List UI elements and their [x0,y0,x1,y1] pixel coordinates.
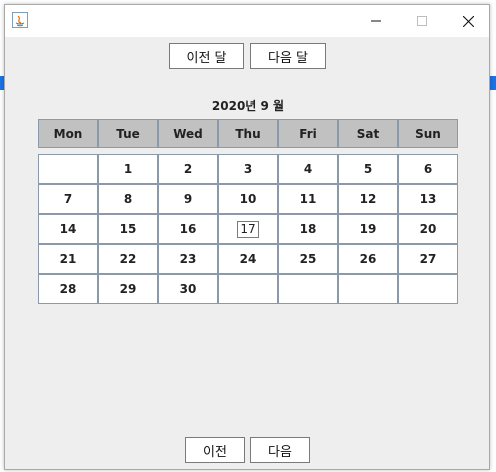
weekday-header: Wed [158,119,218,148]
day-cell[interactable]: 19 [338,214,398,244]
day-cell[interactable]: 12 [338,184,398,214]
day-cell[interactable]: 27 [398,244,458,274]
next-button[interactable]: 다음 [250,437,310,463]
day-label: 25 [299,252,317,266]
day-cell [278,274,338,304]
day-cell[interactable]: 22 [98,244,158,274]
day-cell[interactable]: 25 [278,244,338,274]
day-label: 1 [123,162,133,176]
day-label: 20 [419,222,437,236]
weekday-header: Mon [38,119,98,148]
day-cell[interactable]: 6 [398,154,458,184]
weekday-header: Fri [278,119,338,148]
day-label: 14 [59,222,77,236]
day-label: 12 [359,192,377,206]
day-label: 24 [239,252,257,266]
day-label: 15 [119,222,137,236]
day-label: 29 [119,282,137,296]
day-label: 16 [179,222,197,236]
day-cell[interactable]: 30 [158,274,218,304]
day-cell[interactable]: 7 [38,184,98,214]
calendar-grid: 1 2 3 4 5 6 7 8 9 10 11 12 13 14 15 16 1… [38,154,458,304]
weekday-header: Sat [338,119,398,148]
weekday-header-row: Mon Tue Wed Thu Fri Sat Sun [38,119,458,148]
minimize-icon [371,20,381,22]
today-day-label: 17 [237,220,259,238]
day-label: 8 [123,192,133,206]
day-label: 5 [363,162,373,176]
calendar-window: 이전 달 다음 달 2020년 9 월 Mon Tue Wed Thu Fri … [4,4,490,470]
day-cell[interactable]: 21 [38,244,98,274]
day-cell [38,154,98,184]
minimize-button[interactable] [353,5,399,37]
day-cell[interactable]: 13 [398,184,458,214]
day-cell[interactable]: 2 [158,154,218,184]
day-cell[interactable]: 23 [158,244,218,274]
next-month-button[interactable]: 다음 달 [250,43,326,69]
day-label: 13 [419,192,437,206]
day-cell[interactable]: 28 [38,274,98,304]
day-cell[interactable]: 4 [278,154,338,184]
day-label: 10 [239,192,257,206]
day-cell[interactable]: 1 [98,154,158,184]
day-cell[interactable]: 15 [98,214,158,244]
prev-button[interactable]: 이전 [185,437,245,463]
title-bar[interactable] [5,5,489,37]
day-cell-today[interactable]: 17 [218,214,278,244]
close-button[interactable] [445,5,491,37]
day-label: 2 [183,162,193,176]
day-cell[interactable]: 14 [38,214,98,244]
prev-month-button[interactable]: 이전 달 [169,43,244,69]
day-cell[interactable]: 16 [158,214,218,244]
day-cell[interactable]: 3 [218,154,278,184]
day-cell[interactable]: 26 [338,244,398,274]
day-cell[interactable]: 5 [338,154,398,184]
weekday-header: Tue [98,119,158,148]
day-cell[interactable]: 18 [278,214,338,244]
day-cell[interactable]: 10 [218,184,278,214]
day-label: 30 [179,282,197,296]
day-label: 7 [63,192,73,206]
day-cell [338,274,398,304]
day-cell[interactable]: 11 [278,184,338,214]
weekday-header: Thu [218,119,278,148]
day-cell[interactable]: 8 [98,184,158,214]
maximize-button[interactable] [399,5,445,37]
day-label: 19 [359,222,377,236]
day-cell [398,274,458,304]
day-label: 22 [119,252,137,266]
day-label: 21 [59,252,77,266]
day-cell [218,274,278,304]
java-app-icon [12,12,28,28]
day-label: 27 [419,252,437,266]
day-label: 28 [59,282,77,296]
day-label: 23 [179,252,197,266]
background-window-strip [490,76,496,90]
day-cell[interactable]: 29 [98,274,158,304]
day-cell[interactable]: 9 [158,184,218,214]
day-label: 6 [423,162,433,176]
maximize-icon [417,16,427,26]
day-label: 9 [183,192,193,206]
close-icon [462,15,474,27]
month-title: 2020년 9 월 [211,99,285,113]
day-cell[interactable]: 24 [218,244,278,274]
day-label: 18 [299,222,317,236]
day-label: 11 [299,192,317,206]
weekday-header: Sun [398,119,458,148]
day-label: 4 [303,162,313,176]
day-cell[interactable]: 20 [398,214,458,244]
day-label: 3 [243,162,253,176]
day-label: 26 [359,252,377,266]
